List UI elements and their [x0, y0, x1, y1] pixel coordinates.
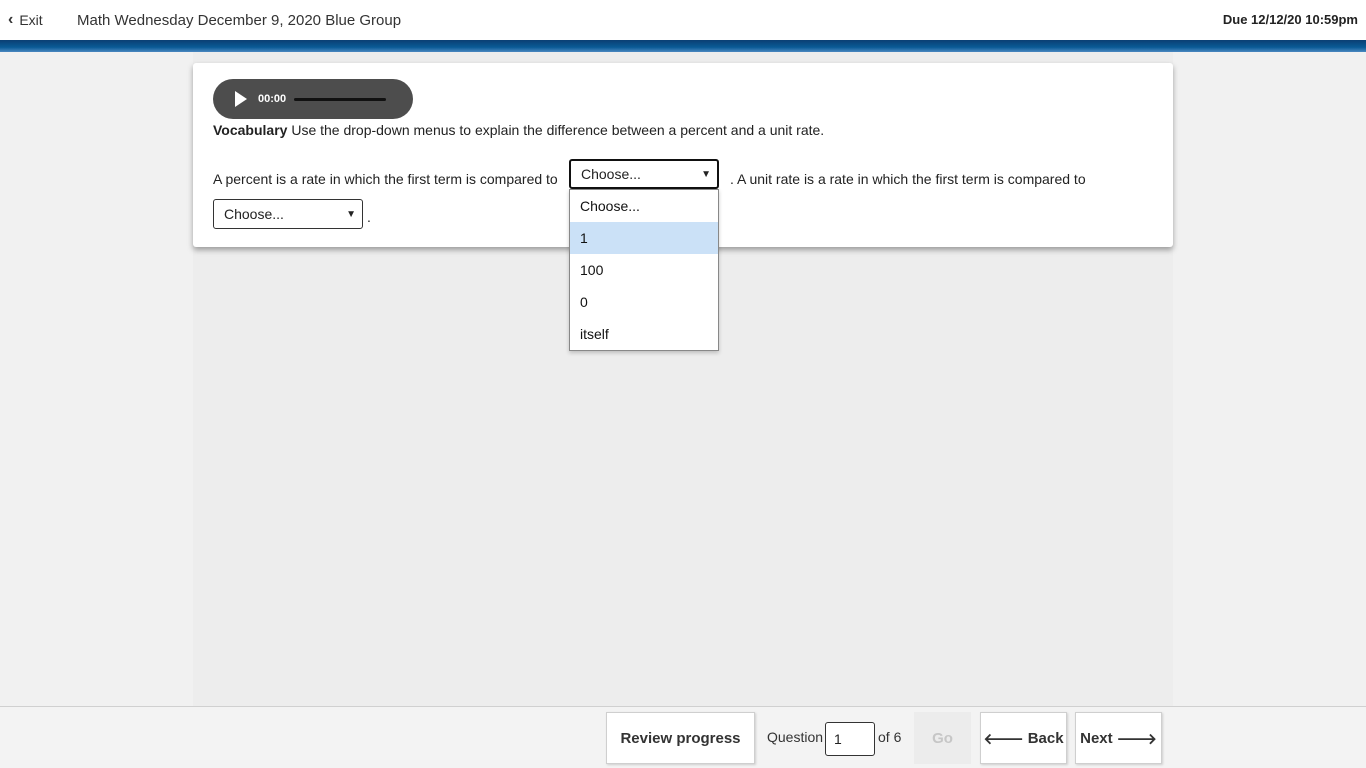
next-button[interactable]: Next 🡒 [1075, 712, 1162, 764]
audio-player[interactable]: 00:00 [213, 79, 413, 119]
chevron-left-icon: ‹ [8, 11, 14, 28]
sentence-period: . [367, 209, 371, 225]
due-date: Due 12/12/20 10:59pm [1222, 12, 1358, 27]
dropdown-1-options[interactable]: Choose... 1 100 0 itself [569, 189, 719, 351]
question-number-input[interactable]: 1 [825, 722, 875, 756]
review-progress-button[interactable]: Review progress [606, 712, 755, 764]
audio-time: 00:00 [258, 93, 287, 105]
dropdown-option-highlighted[interactable]: 1 [570, 222, 718, 254]
assignment-title: Math Wednesday December 9, 2020 Blue Gro… [77, 12, 402, 29]
dropdown-option[interactable]: 100 [570, 254, 718, 286]
question-total: of 6 [878, 729, 902, 745]
top-header: ‹ Exit Math Wednesday December 9, 2020 B… [0, 0, 1366, 40]
arrow-right-icon: 🡒 [1116, 730, 1157, 748]
play-icon[interactable] [235, 91, 247, 107]
exit-label: Exit [19, 12, 43, 28]
sentence-part-2: . A unit rate is a rate in which the fir… [730, 171, 1086, 187]
audio-progress-bar[interactable] [294, 97, 387, 101]
next-label: Next [1080, 729, 1113, 747]
back-button[interactable]: 🡐 Back [980, 712, 1067, 764]
answer-dropdown-1[interactable]: Choose... ▼ [569, 159, 719, 189]
instructions-text: Use the drop-down menus to explain the d… [287, 122, 825, 138]
dropdown-2-value: Choose... [224, 206, 284, 222]
dropdown-1-value: Choose... [581, 166, 641, 182]
question-instructions: Vocabulary Use the drop-down menus to ex… [213, 122, 824, 138]
chevron-down-icon: ▼ [346, 208, 356, 220]
question-label: Question [767, 729, 824, 745]
dropdown-option[interactable]: 0 [570, 286, 718, 318]
sentence-part-1: A percent is a rate in which the first t… [213, 171, 558, 187]
go-button[interactable]: Go [914, 712, 971, 764]
dropdown-option[interactable]: Choose... [570, 190, 718, 222]
arrow-left-icon: 🡐 [983, 730, 1024, 748]
exit-button[interactable]: ‹ Exit [8, 11, 43, 29]
vocab-label: Vocabulary [213, 122, 288, 138]
answer-dropdown-2[interactable]: Choose... ▼ [213, 199, 363, 229]
back-label: Back [1027, 729, 1064, 747]
chevron-down-icon: ▼ [701, 168, 711, 180]
dropdown-option[interactable]: itself [570, 318, 718, 350]
header-accent-bar [0, 40, 1366, 52]
